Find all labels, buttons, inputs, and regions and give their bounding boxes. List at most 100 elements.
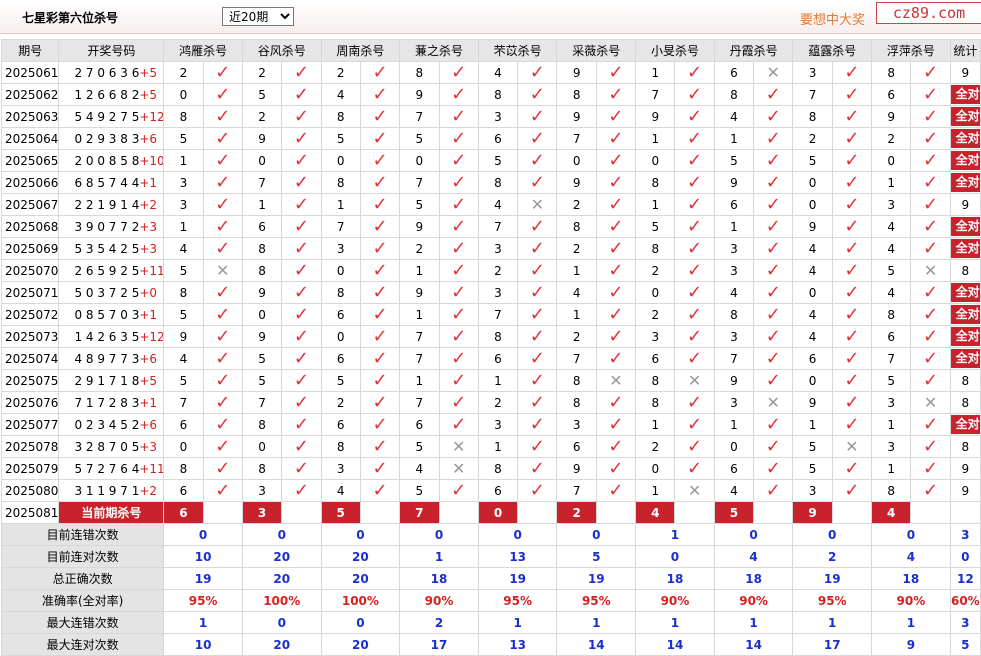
kill-number-cell: 5 xyxy=(163,259,204,282)
result-cell: ✕ xyxy=(674,479,715,502)
check-icon: ✓ xyxy=(451,83,467,105)
kill-number-cell: 0 xyxy=(320,325,361,348)
result-cell: ✓ xyxy=(674,193,715,216)
draw-number-cell: 2 6 5 9 2 5+11 xyxy=(58,259,165,282)
kill-number-cell: 9 xyxy=(556,105,597,128)
kill-number-cell: 5 xyxy=(163,369,204,392)
table-row: 2025062 1 2 6 6 8 2+5 0 ✓ 5 ✓ 4 ✓ 9 ✓ 8 ✓ 8 ✓ 7 ✓ 8 ✓ 7 ✓ 6 ✓… xyxy=(0,83,981,106)
kill-number-cell: 8 xyxy=(320,435,361,458)
period-cell: 2025068 xyxy=(0,215,60,238)
stats-value: 4 xyxy=(871,545,951,568)
result-cell: ✓ xyxy=(438,171,479,194)
current-empty-cell xyxy=(831,501,873,524)
kill-number-cell: 7 xyxy=(556,479,597,502)
kill-number-cell: 2 xyxy=(556,193,597,216)
result-cell: ✓ xyxy=(753,325,794,348)
result-cell: ✕ xyxy=(438,457,479,480)
kill-number-cell: 5 xyxy=(792,435,833,458)
stats-value: 20 xyxy=(320,545,401,568)
check-icon: ✓ xyxy=(608,259,624,281)
draw-number-cell: 2 0 0 8 5 8+10 xyxy=(58,149,165,172)
draw-number: 5 4 9 2 7 5 xyxy=(74,109,140,124)
kill-number-cell: 3 xyxy=(792,479,833,502)
result-cell: ✓ xyxy=(438,215,479,238)
kill-number-cell: 2 xyxy=(635,435,676,458)
result-cell: ✓ xyxy=(359,325,401,348)
stats-value: 20 xyxy=(241,633,322,656)
stats-value: 14 xyxy=(713,633,794,656)
result-cell: ✓ xyxy=(595,479,637,502)
kill-number-cell: 3 xyxy=(556,413,597,436)
check-icon: ✓ xyxy=(215,127,231,149)
result-cell: ✕ xyxy=(595,369,637,392)
stats-value: 2 xyxy=(399,611,479,634)
stats-value: 1 xyxy=(399,545,479,568)
result-cell: ✓ xyxy=(595,413,637,436)
check-icon: ✓ xyxy=(608,435,624,457)
check-icon: ✓ xyxy=(608,171,624,193)
check-icon: ✓ xyxy=(687,391,703,413)
kill-number-cell: 1 xyxy=(477,369,519,392)
result-cell: ✓ xyxy=(438,369,479,392)
result-cell: ✓ xyxy=(359,369,401,392)
draw-number: 0 2 9 3 8 3 xyxy=(74,131,140,146)
check-icon: ✓ xyxy=(215,105,231,127)
result-cell: ✓ xyxy=(202,83,243,106)
kill-number-cell: 2 xyxy=(320,61,361,84)
current-row: 2025081 当前期杀号 6 3 5 7 0 2 4 5 9 4 xyxy=(0,501,981,524)
result-cell: ✓ xyxy=(281,171,322,194)
site-logo[interactable]: cz89.com xyxy=(876,2,981,24)
current-kill-number: 4 xyxy=(871,501,912,524)
kill-number-cell: 1 xyxy=(556,303,597,326)
result-cell: ✕ xyxy=(517,193,558,216)
kill-number-cell: 4 xyxy=(792,237,833,260)
check-icon: ✓ xyxy=(215,215,231,237)
kill-number-cell: 0 xyxy=(320,259,361,282)
result-cell: ✓ xyxy=(674,127,715,150)
check-icon: ✓ xyxy=(765,303,781,325)
check-icon: ✓ xyxy=(293,413,309,435)
stats-value: 90% xyxy=(635,589,715,612)
kill-number-cell: 6 xyxy=(556,435,597,458)
kill-number-cell: 9 xyxy=(399,281,440,304)
current-stat-cell xyxy=(949,501,981,524)
cross-icon: ✕ xyxy=(530,194,545,214)
check-icon: ✓ xyxy=(922,413,939,435)
kill-number-cell: 4 xyxy=(871,215,912,238)
check-icon: ✓ xyxy=(608,237,624,259)
stat-cell: 8 xyxy=(949,435,981,458)
result-cell: ✓ xyxy=(595,127,637,150)
check-icon: ✓ xyxy=(844,281,860,303)
stat-count: 8 xyxy=(961,373,970,388)
result-cell: ✓ xyxy=(202,215,243,238)
stat-cell: 全对 xyxy=(949,149,981,172)
current-kill-number: 5 xyxy=(713,501,755,524)
all-correct-badge: 全对 xyxy=(951,349,980,368)
kill-number-cell: 3 xyxy=(792,61,833,84)
stat-cell: 8 xyxy=(949,391,981,414)
stat-cell: 9 xyxy=(949,193,981,216)
draw-number: 2 9 1 7 1 8 xyxy=(74,373,140,388)
cross-icon: ✕ xyxy=(451,436,466,456)
result-cell: ✓ xyxy=(517,303,558,326)
kill-number-cell: 6 xyxy=(163,479,204,502)
kill-number-cell: 7 xyxy=(399,171,440,194)
kill-number-cell: 8 xyxy=(241,259,283,282)
draw-bonus: +1 xyxy=(139,307,158,322)
draw-number: 5 7 2 7 6 4 xyxy=(74,461,140,476)
check-icon: ✓ xyxy=(215,369,231,391)
kill-number-cell: 7 xyxy=(399,105,440,128)
column-header: 周南杀号 xyxy=(320,39,401,62)
check-icon: ✓ xyxy=(608,303,624,325)
kill-number-cell: 0 xyxy=(241,149,283,172)
result-cell: ✓ xyxy=(517,105,558,128)
kill-number-cell: 1 xyxy=(792,413,833,436)
stats-value: 0 xyxy=(556,523,637,546)
check-icon: ✓ xyxy=(608,347,624,369)
draw-bonus: +2 xyxy=(139,197,158,212)
result-cell: ✓ xyxy=(831,369,873,392)
kill-number-cell: 6 xyxy=(477,347,519,370)
period-select[interactable]: 近20期 xyxy=(222,7,294,26)
draw-number: 6 8 5 7 4 4 xyxy=(74,175,140,190)
result-cell: ✓ xyxy=(753,127,794,150)
